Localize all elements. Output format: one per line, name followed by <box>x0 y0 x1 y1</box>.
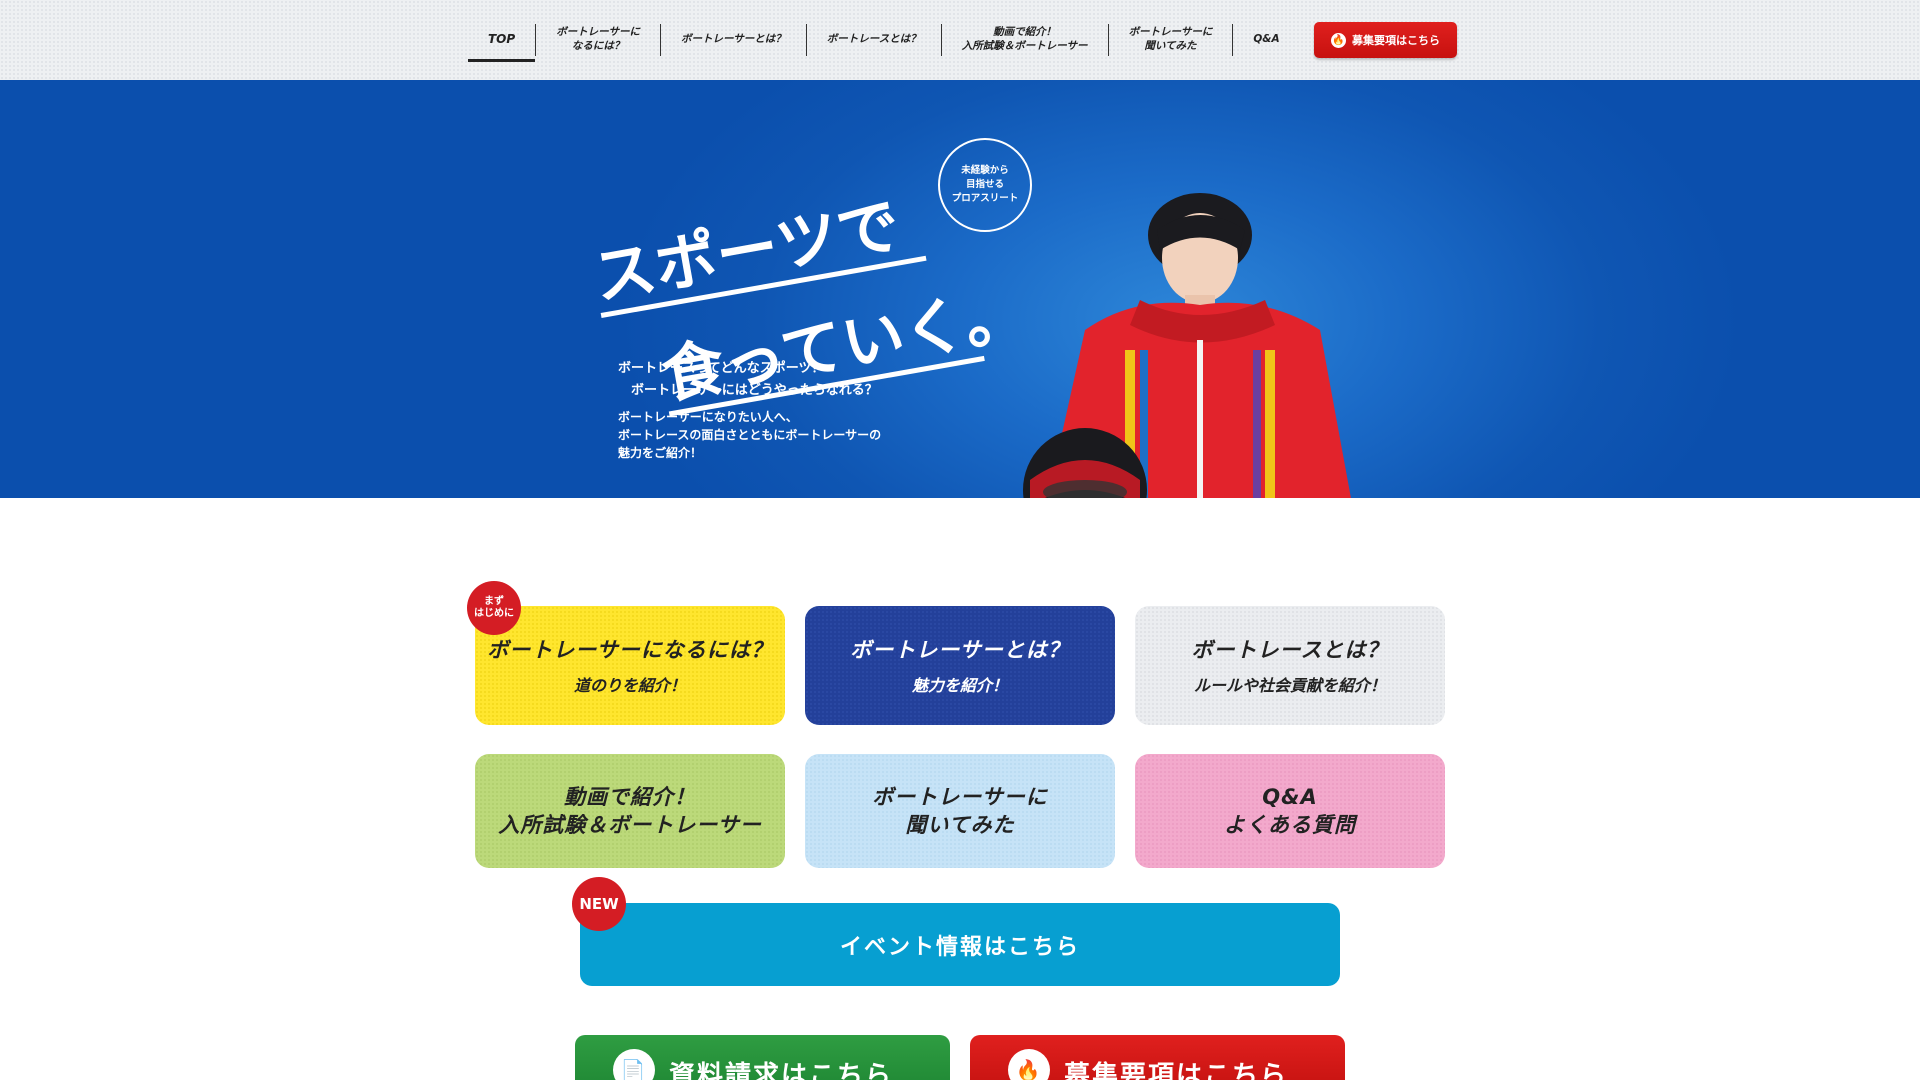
card-video[interactable]: 動画で紹介！ 入所試験＆ボートレーサー <box>475 754 785 868</box>
card-title: ボートレースとは？ <box>1191 637 1389 662</box>
new-badge: NEW <box>572 877 626 931</box>
flame-icon: 🔥 <box>1008 1049 1050 1080</box>
hero-description: ボートレーサーになりたい人へ、 ボートレースの面白さとともにボートレーサーの 魅… <box>618 410 882 460</box>
nav-item-qa[interactable]: Q&A <box>1233 24 1299 56</box>
card-title: ボートレーサーとは？ <box>850 637 1070 662</box>
site-header: TOP ボートレーサーに なるには？ ボートレーサーとは？ ボートレースとは？ … <box>0 0 1920 80</box>
recruit-cta-label: 募集要項はこちら <box>1352 34 1440 47</box>
event-info-button[interactable]: イベント情報はこちら <box>580 903 1340 986</box>
card-subtitle: ルールや社会貢献を紹介！ <box>1193 675 1386 695</box>
card-how-to-become[interactable]: ボートレーサーになるには？ 道のりを紹介！ <box>475 606 785 725</box>
nav-item-about-racer[interactable]: ボートレーサーとは？ <box>661 24 807 56</box>
nav-item-how-to-become[interactable]: ボートレーサーに なるには？ <box>536 24 661 56</box>
card-title: 動画で紹介！ 入所試験＆ボートレーサー <box>498 785 762 837</box>
hero-title-line1: スポーツで <box>590 189 905 315</box>
request-materials-button[interactable]: 📄 資料請求はこちら <box>575 1035 950 1080</box>
recruitment-button[interactable]: 🔥 募集要項はこちら <box>970 1035 1345 1080</box>
card-subtitle: 道のりを紹介！ <box>573 675 686 695</box>
card-subtitle: 魅力を紹介！ <box>911 675 1008 695</box>
nav-item-top[interactable]: TOP <box>468 24 537 62</box>
global-nav: TOP ボートレーサーに なるには？ ボートレーサーとは？ ボートレースとは？ … <box>468 22 1300 62</box>
card-title: ボートレーサーになるには？ <box>487 637 773 662</box>
request-materials-label: 資料請求はこちら <box>669 1061 894 1080</box>
card-title: ボートレーサーに 聞いてみた <box>872 785 1048 837</box>
nav-item-video[interactable]: 動画で紹介！ 入所試験＆ボートレーサー <box>942 24 1109 56</box>
card-title: Q&A よくある質問 <box>1224 785 1356 837</box>
nav-item-interview[interactable]: ボートレーサーに 聞いてみた <box>1109 24 1234 56</box>
card-about-race[interactable]: ボートレースとは？ ルールや社会貢献を紹介！ <box>1135 606 1445 725</box>
flame-icon: 🔥 <box>1331 32 1346 48</box>
card-qa[interactable]: Q&A よくある質問 <box>1135 754 1445 868</box>
recruit-cta-button[interactable]: 🔥 募集要項はこちら <box>1314 22 1457 58</box>
document-icon: 📄 <box>613 1049 655 1080</box>
hero-lead: ボートレースってどんなスポーツ？ ボートレーサーにはどうやったらなれる？ <box>618 361 878 398</box>
card-interview[interactable]: ボートレーサーに 聞いてみた <box>805 754 1115 868</box>
recruitment-label: 募集要項はこちら <box>1064 1061 1289 1080</box>
nav-item-about-race[interactable]: ボートレースとは？ <box>807 24 942 56</box>
hero-banner: スポーツで 食っていく。 未経験から 目指せる プロアスリート ボートレースって… <box>0 80 1920 498</box>
first-badge: まず はじめに <box>467 581 521 635</box>
card-about-racer[interactable]: ボートレーサーとは？ 魅力を紹介！ <box>805 606 1115 725</box>
racer-photo <box>1023 193 1351 498</box>
